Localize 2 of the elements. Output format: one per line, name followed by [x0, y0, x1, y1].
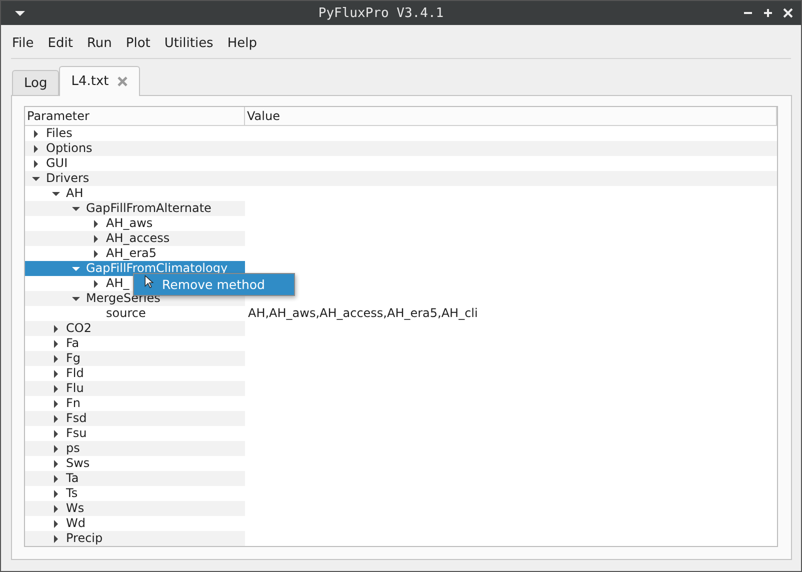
window-title: PyFluxPro V3.4.1 — [317, 6, 445, 21]
value-cell-text: AH,AH_aws,AH_access,AH_era5,AH_cli — [247, 306, 478, 321]
